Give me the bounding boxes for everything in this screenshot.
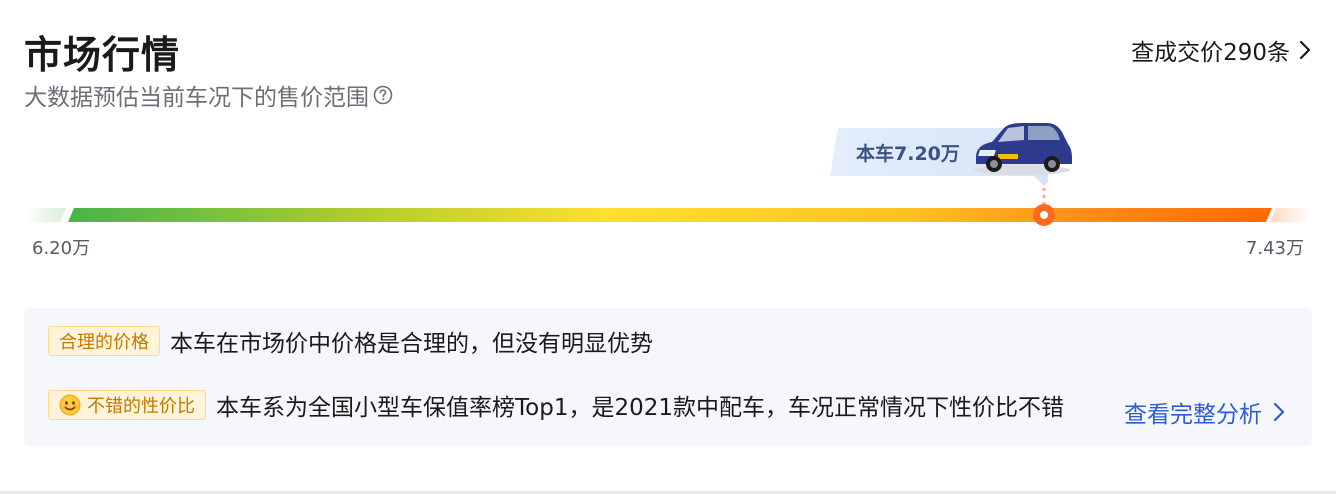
bar-fade-left bbox=[24, 208, 66, 222]
question-circle-icon[interactable] bbox=[373, 85, 393, 105]
current-price-label: 本车7.20万 bbox=[856, 143, 960, 165]
price-range-bar bbox=[24, 208, 1312, 222]
page-title: 市场行情 bbox=[24, 33, 181, 77]
current-price-marker bbox=[1033, 204, 1055, 226]
subtitle-text: 大数据预估当前车况下的售价范围 bbox=[24, 85, 369, 111]
full-analysis-link-label: 查看完整分析 bbox=[1124, 402, 1262, 428]
car-image bbox=[974, 123, 1072, 175]
full-analysis-link[interactable]: 查看完整分析 bbox=[1124, 395, 1286, 429]
bar-fade-right bbox=[1270, 208, 1312, 222]
chevron-right-icon bbox=[1299, 40, 1311, 60]
good-value-tag: 不错的性价比 bbox=[48, 390, 206, 420]
reasonable-price-tag: 合理的价格 bbox=[48, 326, 160, 356]
value-analysis-text: 本车系为全国小型车保值率榜Top1，是2021款中配车，车况正常情况下性价比不错 bbox=[216, 395, 1064, 421]
deals-link[interactable]: 查成交价290条 bbox=[1131, 33, 1312, 67]
smile-emoji-icon bbox=[59, 394, 81, 416]
price-analysis-text: 本车在市场价中价格是合理的，但没有明显优势 bbox=[170, 331, 653, 357]
chevron-right-icon bbox=[1273, 402, 1285, 422]
max-price-label: 7.43万 bbox=[1245, 238, 1304, 259]
market-quote-panel: 市场行情 大数据预估当前车况下的售价范围 查成交价290条 本车7.20万 6.… bbox=[0, 0, 1336, 494]
value-analysis-row: 不错的性价比 本车系为全国小型车保值率榜Top1，是2021款中配车，车况正常情… bbox=[48, 388, 1104, 422]
good-value-tag-label: 不错的性价比 bbox=[87, 396, 195, 417]
analysis-box: 合理的价格 本车在市场价中价格是合理的，但没有明显优势 不错的性价比 本车系为全… bbox=[24, 308, 1312, 446]
min-price-label: 6.20万 bbox=[32, 238, 91, 259]
deals-link-label: 查成交价290条 bbox=[1131, 40, 1290, 66]
subtitle: 大数据预估当前车况下的售价范围 bbox=[24, 78, 393, 112]
price-analysis-row: 合理的价格 本车在市场价中价格是合理的，但没有明显优势 bbox=[48, 324, 653, 358]
bar-main-segment bbox=[68, 208, 1272, 222]
